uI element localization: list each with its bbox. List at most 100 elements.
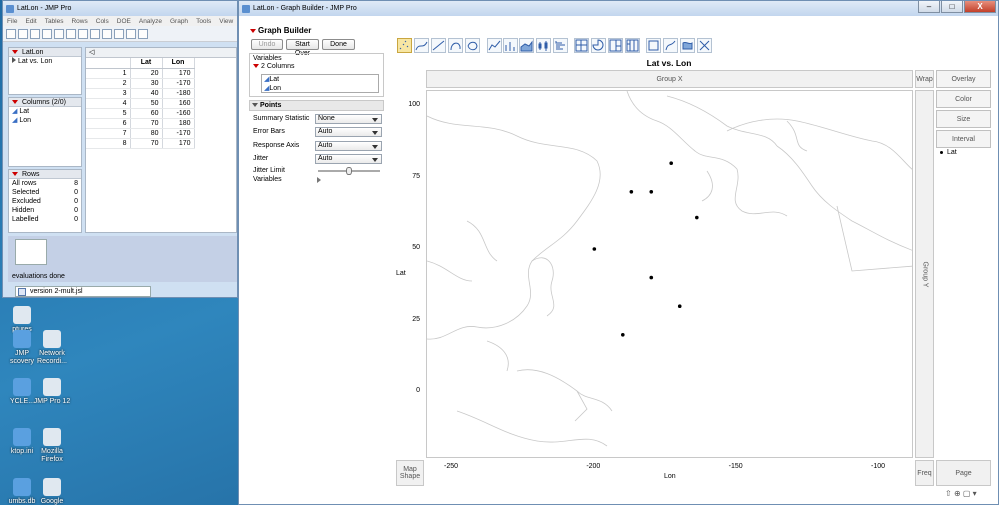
table-script-item[interactable]: Lat vs. Lon — [9, 57, 81, 66]
freq-zone[interactable]: Freq — [915, 460, 934, 486]
columns-group[interactable]: 2 Columns — [250, 63, 383, 70]
area-element-icon[interactable] — [519, 38, 534, 53]
grid-cell[interactable]: 170 — [162, 138, 195, 149]
table-panel-header[interactable]: LatLon — [9, 48, 81, 57]
red-triangle-icon[interactable] — [12, 100, 18, 104]
bar-element-icon[interactable] — [503, 38, 518, 53]
script-tab[interactable]: version 2-mult.jsl — [15, 286, 151, 297]
desktop-icon[interactable]: Network Recordi... — [30, 330, 74, 366]
arrow-icon[interactable] — [138, 28, 148, 39]
undo-button[interactable]: Undo — [251, 39, 283, 50]
row-number[interactable]: 2 — [86, 78, 131, 89]
red-triangle-icon[interactable] — [250, 29, 256, 33]
grid-cell[interactable]: 180 — [162, 118, 195, 129]
columns-panel-header[interactable]: Columns (2/0) — [9, 98, 81, 107]
row-number[interactable]: 5 — [86, 108, 131, 119]
desktop-icon[interactable]: Mozilla Firefox — [30, 428, 74, 464]
grid-cell[interactable]: 50 — [130, 98, 163, 109]
heatmap-element-icon[interactable] — [574, 38, 589, 53]
data-grid[interactable]: ◁ Lat Lon 1 20 170 2 30 -170 3 40 -180 4 50 160 5 60 -1… — [85, 47, 237, 233]
column-item-lat[interactable]: ◢Lat — [262, 75, 378, 84]
desktop-icon[interactable]: Google Chrome — [30, 478, 74, 505]
table-row[interactable]: 6 70 180 — [86, 118, 195, 129]
menu-item[interactable]: Analyze — [135, 18, 166, 25]
grid-icon[interactable] — [114, 28, 124, 39]
contour-element-icon[interactable] — [465, 38, 480, 53]
column-item-lon[interactable]: ◢Lon — [262, 84, 378, 93]
open-icon[interactable] — [18, 28, 28, 39]
data-table[interactable]: Lat Lon 1 20 170 2 30 -170 3 40 -180 4 50 160 5 60 -160… — [86, 58, 195, 149]
slider-thumb[interactable] — [346, 167, 352, 175]
grid-scroll-bar[interactable]: ◁ — [86, 48, 236, 58]
data-point[interactable] — [592, 247, 597, 251]
data-point[interactable] — [621, 333, 625, 337]
grid-cell[interactable]: 60 — [130, 108, 163, 119]
menu-item[interactable]: Tools — [192, 18, 215, 25]
grid-column-header[interactable]: Lon — [162, 58, 195, 69]
column-item[interactable]: ◢ Lon — [9, 116, 81, 125]
grid-cell[interactable]: 80 — [130, 128, 163, 139]
menu-item[interactable]: Tables — [41, 18, 68, 25]
grid-cell[interactable]: -170 — [162, 78, 195, 89]
points-field-select[interactable]: Auto — [315, 141, 382, 151]
map-shapes-element-icon[interactable] — [680, 38, 695, 53]
table-icon[interactable] — [102, 28, 112, 39]
group-y-zone[interactable]: Group Y — [915, 90, 934, 458]
close-button[interactable]: X — [964, 1, 996, 13]
frame-icon[interactable]: ▢ — [963, 489, 971, 498]
table-row[interactable]: 3 40 -180 — [86, 88, 195, 99]
grid-cell[interactable]: 70 — [130, 118, 163, 129]
done-button[interactable]: Done — [322, 39, 355, 50]
paste-icon[interactable] — [78, 28, 88, 39]
points-panel-header[interactable]: Points — [249, 100, 384, 111]
custom-element-icon[interactable] — [697, 38, 712, 53]
save-icon[interactable] — [30, 28, 40, 39]
data-point[interactable] — [669, 161, 673, 165]
red-triangle-icon[interactable] — [12, 50, 18, 54]
mosaic-element-icon[interactable] — [625, 38, 640, 53]
page-zone[interactable]: Page — [936, 460, 991, 486]
desktop-icon[interactable]: JMP Pro 12 — [30, 378, 74, 406]
row-number[interactable]: 4 — [86, 98, 131, 109]
grid-column-header[interactable]: Lat — [130, 58, 163, 69]
plot-frame[interactable] — [426, 90, 913, 458]
data-point[interactable] — [695, 215, 699, 220]
row-number[interactable]: 1 — [86, 68, 131, 79]
menu-item[interactable]: File — [3, 18, 21, 25]
data-point[interactable] — [649, 275, 654, 280]
data-point[interactable] — [629, 190, 634, 194]
pie-element-icon[interactable] — [591, 38, 606, 53]
graph-builder-header[interactable]: Graph Builder — [250, 26, 311, 35]
jitter-limit-slider[interactable] — [318, 167, 380, 175]
map-shape-zone[interactable]: Map Shape — [396, 460, 424, 486]
points-field-select[interactable]: Auto — [315, 127, 382, 137]
row-number[interactable]: 7 — [86, 128, 131, 139]
graph-builder-titlebar[interactable]: LatLon - Graph Builder - JMP Pro — [239, 1, 998, 16]
histogram-element-icon[interactable] — [553, 38, 568, 53]
row-number[interactable]: 3 — [86, 88, 131, 99]
table-row[interactable]: 7 80 -170 — [86, 128, 195, 139]
maximize-button[interactable]: □ — [941, 1, 963, 13]
table-row[interactable]: 1 20 170 — [86, 68, 195, 79]
menu-item[interactable]: View — [215, 18, 237, 25]
grid-cell[interactable]: 170 — [162, 68, 195, 79]
color-button[interactable]: Color — [936, 90, 991, 108]
new-table-icon[interactable] — [6, 28, 16, 39]
back-window[interactable]: LatLon - JMP Pro File Edit Tables Rows Cols D… — [2, 0, 238, 298]
points-element-icon[interactable] — [397, 38, 412, 53]
interval-button[interactable]: Interval — [936, 130, 991, 148]
grid-cell[interactable]: 40 — [130, 88, 163, 99]
red-triangle-icon[interactable] — [253, 64, 259, 68]
column-item[interactable]: ◢ Lat — [9, 107, 81, 116]
formula-element-icon[interactable] — [663, 38, 678, 53]
wrap-zone[interactable]: Wrap — [915, 70, 934, 88]
menu-item[interactable]: Rows — [67, 18, 91, 25]
print-icon[interactable] — [42, 28, 52, 39]
box-plot-element-icon[interactable] — [536, 38, 551, 53]
points-field-select[interactable]: None — [315, 114, 382, 124]
data-point[interactable] — [649, 190, 654, 194]
row-number[interactable]: 8 — [86, 138, 131, 149]
ellipse-element-icon[interactable] — [448, 38, 463, 53]
red-triangle-icon[interactable] — [12, 172, 18, 176]
grid-cell[interactable]: -180 — [162, 88, 195, 99]
